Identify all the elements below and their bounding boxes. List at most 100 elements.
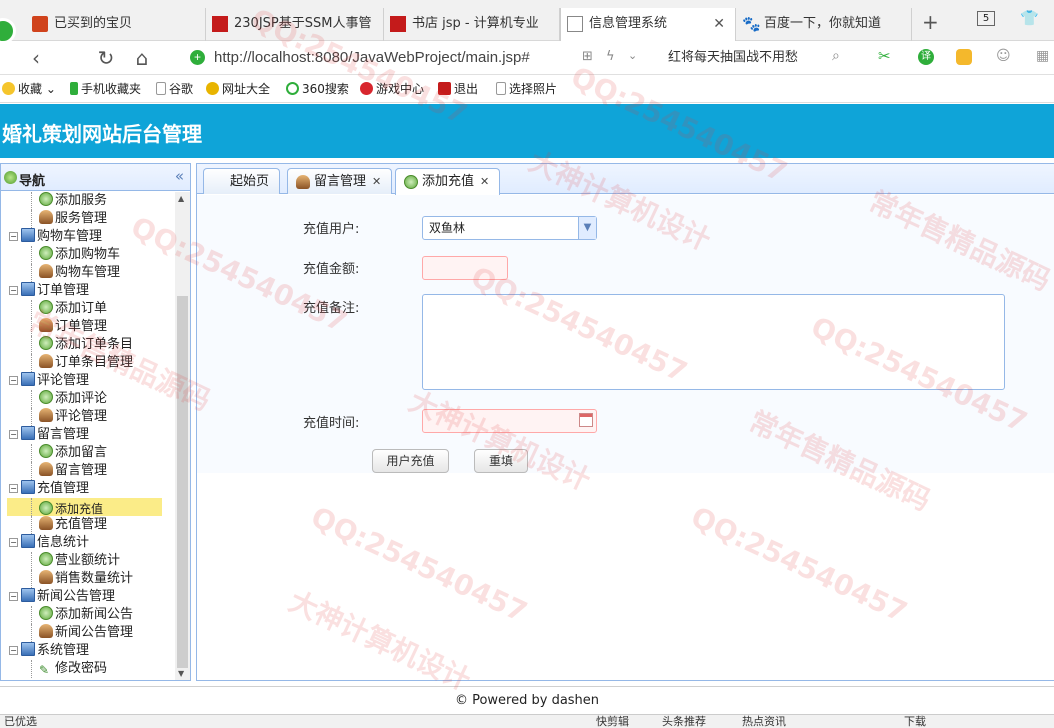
browser-tab[interactable]: 🐾 百度一下，你就知道 — [736, 8, 912, 41]
shirt-icon[interactable]: 👕 — [1020, 9, 1039, 27]
nav-item[interactable]: 添加订单条目 — [39, 336, 133, 354]
reload-icon[interactable]: ↻ — [94, 46, 118, 70]
collapse-toggle-icon[interactable]: − — [9, 646, 18, 655]
pencil-icon: ✎ — [39, 663, 50, 677]
extension-icon[interactable] — [956, 49, 972, 65]
tree-line — [31, 318, 32, 336]
scissors-icon[interactable]: ✂ — [878, 47, 891, 65]
submit-recharge-button[interactable]: 用户充值 — [372, 449, 449, 473]
bookmark-item[interactable]: 手机收藏夹 — [70, 76, 141, 102]
nav-item[interactable]: 订单管理 — [39, 318, 107, 336]
nav-item-label: 新闻公告管理 — [55, 625, 134, 640]
nav-group[interactable]: − 系统管理 — [9, 642, 89, 660]
nav-item[interactable]: 添加服务 — [39, 192, 107, 210]
home-icon[interactable]: ⌂ — [130, 46, 154, 70]
status-item[interactable]: 热点资讯 — [742, 715, 786, 728]
add-icon — [39, 192, 53, 206]
user-select[interactable]: 双鱼林 ▼ — [422, 216, 597, 240]
scrollbar-thumb[interactable] — [177, 296, 188, 668]
tab-home[interactable]: 起始页 — [203, 168, 281, 194]
close-icon[interactable]: ✕ — [372, 175, 381, 188]
back-icon[interactable]: ‹ — [24, 46, 48, 70]
tab-message-management[interactable]: 留言管理 ✕ — [287, 168, 393, 194]
nav-item[interactable]: 充值管理 — [39, 516, 107, 534]
nav-group[interactable]: − 新闻公告管理 — [9, 588, 115, 606]
collapse-toggle-icon[interactable]: − — [9, 286, 18, 295]
nav-group[interactable]: − 信息统计 — [9, 534, 89, 552]
bookmark-label: 选择照片 — [509, 82, 558, 96]
nav-item[interactable]: 新闻公告管理 — [39, 624, 133, 642]
nav-item-label: 评论管理 — [37, 373, 90, 388]
emoji-icon[interactable]: ☺ — [996, 48, 1011, 64]
collapse-toggle-icon[interactable]: − — [9, 592, 18, 601]
nav-scrollbar[interactable]: ▲ ▼ — [175, 192, 190, 680]
nav-group[interactable]: − 充值管理 — [9, 480, 89, 498]
taobao-icon — [32, 16, 48, 32]
tab-label: 留言管理 — [314, 174, 367, 189]
tab-count-badge[interactable]: 5 — [977, 11, 995, 26]
nav-item-label: 添加留言 — [55, 445, 108, 460]
chevron-down-icon[interactable]: ▼ — [578, 217, 596, 239]
memo-textarea[interactable] — [422, 294, 1005, 390]
nav-group[interactable]: − 订单管理 — [9, 282, 89, 300]
news-ticker[interactable]: 红将每天抽国战不用愁 — [668, 45, 798, 71]
bookmark-item[interactable]: 退出 — [438, 76, 478, 102]
tree-line — [31, 606, 32, 624]
collapse-toggle-icon[interactable]: − — [9, 484, 18, 493]
collapse-toggle-icon[interactable]: − — [9, 376, 18, 385]
calendar-icon[interactable] — [579, 413, 593, 427]
close-icon[interactable]: ✕ — [480, 175, 489, 188]
tree-line — [31, 552, 32, 570]
scroll-down-icon[interactable]: ▼ — [178, 669, 184, 678]
bookmark-item[interactable]: 选择照片 — [496, 76, 557, 102]
grid-icon[interactable]: ▦ — [1036, 48, 1049, 64]
nav-group[interactable]: − 购物车管理 — [9, 228, 102, 246]
status-item[interactable]: 下载 — [904, 715, 926, 728]
time-input[interactable] — [422, 409, 597, 433]
collapse-icon[interactable]: « — [175, 167, 184, 185]
reset-button[interactable]: 重填 — [474, 449, 528, 473]
nav-item[interactable]: 添加留言 — [39, 444, 107, 462]
nav-item[interactable]: 添加购物车 — [39, 246, 120, 264]
nav-item[interactable]: 订单条目管理 — [39, 354, 133, 372]
status-item[interactable]: 头条推荐 — [662, 715, 706, 728]
new-tab-icon[interactable]: + — [922, 10, 939, 34]
nav-item[interactable]: 添加新闻公告 — [39, 606, 133, 624]
nav-item[interactable]: 留言管理 — [39, 462, 107, 480]
browser-tab-active[interactable]: 信息管理系统 ✕ — [560, 8, 736, 41]
chevron-down-icon[interactable]: ⌄ — [628, 49, 637, 62]
bookmark-item[interactable]: 网址大全 — [206, 76, 270, 102]
nav-item[interactable]: 添加评论 — [39, 390, 107, 408]
nav-group[interactable]: − 评论管理 — [9, 372, 89, 390]
tree-line — [31, 516, 32, 534]
search-icon[interactable]: ⌕ — [832, 48, 840, 64]
nav-item[interactable]: 评论管理 — [39, 408, 107, 426]
bookmark-favorites[interactable]: 收藏 ⌄ — [2, 76, 56, 102]
browser-tab[interactable]: 书店 jsp - 计算机专业 — [384, 8, 560, 41]
nav-item-label: 订单管理 — [37, 283, 90, 298]
tab-add-recharge[interactable]: 添加充值 ✕ — [395, 168, 501, 195]
bookmark-item[interactable]: 谷歌 — [156, 76, 193, 102]
nav-item[interactable]: 购物车管理 — [39, 264, 120, 282]
status-item[interactable]: 快剪辑 — [596, 715, 629, 728]
nav-item-label: 销售数量统计 — [55, 571, 134, 586]
nav-item[interactable]: 销售数量统计 — [39, 570, 133, 588]
scroll-up-icon[interactable]: ▲ — [178, 194, 184, 203]
nav-group[interactable]: − 留言管理 — [9, 426, 89, 444]
nav-item[interactable]: 添加订单 — [39, 300, 107, 318]
nav-item[interactable]: 服务管理 — [39, 210, 107, 228]
browser-tab[interactable]: 230JSP基于SSM人事管 — [206, 8, 384, 41]
amount-input[interactable] — [422, 256, 508, 280]
collapse-toggle-icon[interactable]: − — [9, 430, 18, 439]
lightning-icon[interactable]: ϟ — [606, 49, 615, 64]
nav-item[interactable]: ✎ 修改密码 — [39, 660, 107, 678]
bookmark-item[interactable]: 游戏中心 — [360, 76, 424, 102]
browser-tab[interactable]: 已买到的宝贝 — [26, 8, 206, 41]
qr-icon[interactable]: ⊞ — [582, 49, 593, 64]
nav-item[interactable]: 营业额统计 — [39, 552, 120, 570]
translate-icon[interactable]: 译 — [918, 49, 934, 65]
collapse-toggle-icon[interactable]: − — [9, 232, 18, 241]
collapse-toggle-icon[interactable]: − — [9, 538, 18, 547]
close-icon[interactable]: ✕ — [713, 8, 725, 40]
bookmark-item[interactable]: 360搜索 — [286, 76, 349, 102]
